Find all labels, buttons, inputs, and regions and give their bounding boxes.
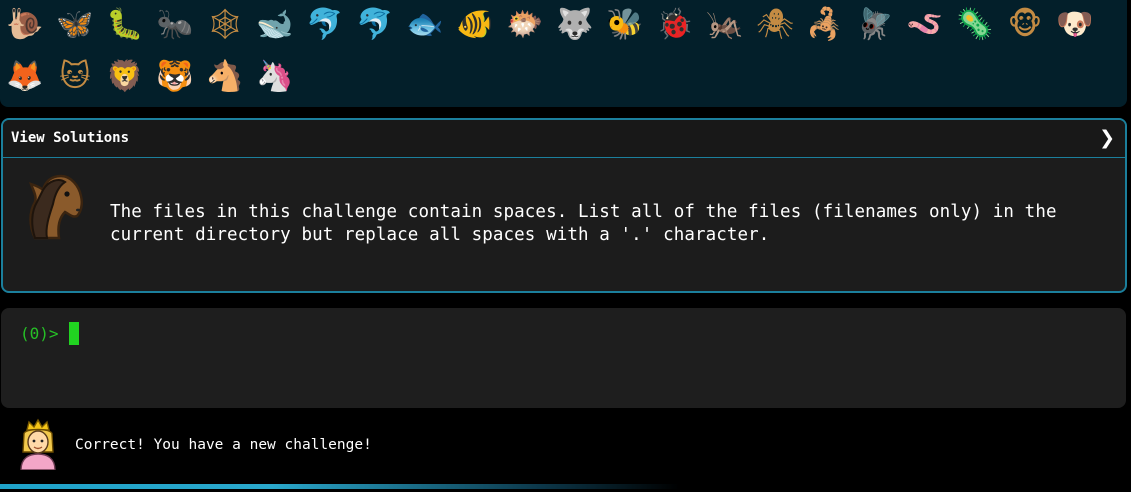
animal-selector-bar: 🐌 🦋 🐛 🐜 🕸 🐋 🐬 🐬 🐟 🐠 🐡 🐺 🐝 🐞 🦗 🕷 🦂 🪰 🪱 🦠 🐵 🐶 🦊 🐱 🦁 🐯 🐴 🦄 <box>0 0 1127 107</box>
dolphin-grey-icon[interactable]: 🐬 <box>356 4 394 46</box>
horse-icon[interactable]: 🐴 <box>206 56 244 98</box>
lion-icon[interactable]: 🦁 <box>106 56 144 98</box>
challenge-text: The files in this challenge contain spac… <box>110 202 1057 245</box>
fox-icon[interactable]: 🦊 <box>6 56 44 98</box>
fish-icon[interactable]: 🐟 <box>406 4 444 46</box>
progress-bar <box>0 484 1131 489</box>
progress-fill <box>0 484 679 489</box>
princess-avatar-icon <box>20 418 56 470</box>
horse-avatar-icon <box>29 174 84 240</box>
terminal[interactable]: (0)> <box>1 308 1126 408</box>
cricket-icon[interactable]: 🦗 <box>706 4 744 46</box>
solutions-header[interactable]: View Solutions ❯ <box>3 120 1125 158</box>
dog-icon[interactable]: 🐶 <box>1056 4 1094 46</box>
spider-web-icon[interactable]: 🕸 <box>206 4 244 46</box>
unicorn-icon[interactable]: 🦄 <box>256 56 294 98</box>
chevron-right-icon[interactable]: ❯ <box>1099 127 1115 149</box>
scorpion-icon[interactable]: 🦂 <box>806 4 844 46</box>
caterpillar-icon[interactable]: 🐛 <box>106 4 144 46</box>
butterfly-icon[interactable]: 🦋 <box>56 4 94 46</box>
solutions-title: View Solutions <box>11 130 130 146</box>
tiger-icon[interactable]: 🐯 <box>156 56 194 98</box>
animal-row-1: 🐌 🦋 🐛 🐜 🕸 🐋 🐬 🐬 🐟 🐠 🐡 🐺 🐝 🐞 🦗 🕷 🦂 🪰 🪱 🦠 🐵 🐶 <box>6 4 1106 46</box>
snail-icon[interactable]: 🐌 <box>6 4 44 46</box>
spider-icon[interactable]: 🕷 <box>756 4 794 46</box>
solutions-panel: View Solutions ❯ The files in this chall… <box>1 118 1127 293</box>
terminal-cursor <box>69 322 79 345</box>
wolf-icon[interactable]: 🐺 <box>556 4 594 46</box>
blowfish-icon[interactable]: 🐡 <box>506 4 544 46</box>
fly-icon[interactable]: 🪰 <box>856 4 894 46</box>
monkey-icon[interactable]: 🐵 <box>1006 4 1044 46</box>
cat-icon[interactable]: 🐱 <box>56 56 94 98</box>
ladybug-icon[interactable]: 🐞 <box>656 4 694 46</box>
animal-row-2: 🦊 🐱 🦁 🐯 🐴 🦄 <box>6 56 306 98</box>
bee-icon[interactable]: 🐝 <box>606 4 644 46</box>
dolphin-blue-icon[interactable]: 🐬 <box>306 4 344 46</box>
status-message: Correct! You have a new challenge! <box>75 437 372 453</box>
terminal-prompt: (0)> <box>20 324 59 343</box>
worm-icon[interactable]: 🪱 <box>906 4 944 46</box>
microbe-icon[interactable]: 🦠 <box>956 4 994 46</box>
ant-icon[interactable]: 🐜 <box>156 4 194 46</box>
tropical-fish-icon[interactable]: 🐠 <box>456 4 494 46</box>
whale-icon[interactable]: 🐋 <box>256 4 294 46</box>
